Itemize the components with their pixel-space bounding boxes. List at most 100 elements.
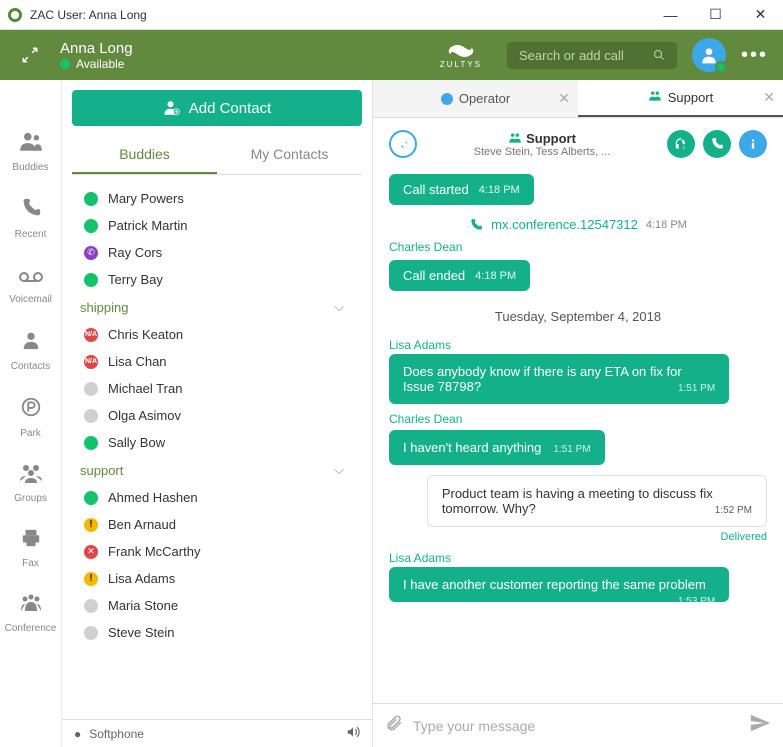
message-composer bbox=[373, 703, 783, 747]
profile-status: Available bbox=[60, 57, 133, 71]
chat-panel: Operator ✕ Support ✕ Support Steve Ste bbox=[373, 80, 783, 747]
profile-block[interactable]: Anna Long Available bbox=[60, 40, 133, 71]
buddy-row[interactable]: Michael Tran bbox=[62, 375, 372, 402]
sidebar-item-groups[interactable]: Groups bbox=[0, 451, 61, 516]
presence-icon: N/A bbox=[84, 328, 98, 342]
buddy-row[interactable]: ✆ Ray Cors bbox=[62, 239, 372, 266]
maximize-button[interactable]: ☐ bbox=[693, 0, 738, 30]
buddy-row[interactable]: Steve Stein bbox=[62, 619, 372, 646]
message-bubble: I have another customer reporting the sa… bbox=[389, 567, 729, 602]
buddy-name: Michael Tran bbox=[108, 381, 182, 396]
delivered-status: Delivered bbox=[389, 531, 767, 543]
buddy-row[interactable]: Patrick Martin bbox=[62, 212, 372, 239]
presence-icon bbox=[84, 599, 98, 613]
buddy-name: Ahmed Hashen bbox=[108, 490, 198, 505]
buddy-row[interactable]: ! Ben Arnaud bbox=[62, 511, 372, 538]
softphone-label: Softphone bbox=[89, 727, 144, 741]
sender-name: Lisa Adams bbox=[389, 551, 767, 565]
sidebar: Buddies Recent Voicemail Contacts Park bbox=[0, 80, 62, 747]
attach-icon[interactable] bbox=[385, 714, 403, 737]
date-divider: Tuesday, September 4, 2018 bbox=[389, 309, 767, 324]
sidebar-item-contacts[interactable]: Contacts bbox=[0, 317, 61, 384]
message-bubble: I haven't heard anything 1:51 PM bbox=[389, 430, 605, 465]
presence-icon: ! bbox=[84, 518, 98, 532]
sidebar-item-park[interactable]: Park bbox=[0, 384, 61, 451]
message-input[interactable] bbox=[413, 718, 739, 734]
buddy-row[interactable]: Terry Bay bbox=[62, 266, 372, 293]
presence-icon bbox=[84, 219, 98, 233]
buddy-row[interactable]: Maria Stone bbox=[62, 592, 372, 619]
groups-icon bbox=[18, 463, 44, 489]
tab-mycontacts[interactable]: My Contacts bbox=[217, 136, 362, 174]
sidebar-item-recent[interactable]: Recent bbox=[0, 185, 61, 252]
sidebar-label: Fax bbox=[22, 558, 39, 569]
operator-icon bbox=[441, 93, 453, 105]
buddy-row[interactable]: ✕Frank McCarthy bbox=[62, 538, 372, 565]
group-header[interactable]: support⌵ bbox=[62, 456, 372, 484]
search-wrap[interactable] bbox=[507, 42, 677, 69]
sidebar-label: Park bbox=[20, 428, 41, 439]
buddy-row[interactable]: Sally Bow bbox=[62, 429, 372, 456]
buddies-panel: Add Contact Buddies My Contacts Mary Pow… bbox=[62, 80, 373, 747]
sidebar-item-voicemail[interactable]: Voicemail bbox=[0, 252, 61, 317]
voicemail-icon bbox=[19, 264, 43, 290]
contacts-icon bbox=[20, 329, 42, 357]
status-text: Available bbox=[76, 57, 124, 71]
sidebar-label: Groups bbox=[14, 493, 47, 504]
sidebar-item-conference[interactable]: Conference bbox=[0, 581, 61, 646]
close-button[interactable]: ✕ bbox=[738, 0, 783, 30]
buddy-name: Ray Cors bbox=[108, 245, 162, 260]
pin-button[interactable] bbox=[389, 130, 417, 158]
buddy-row[interactable]: Olga Asimov bbox=[62, 402, 372, 429]
buddy-row[interactable]: Ahmed Hashen bbox=[62, 484, 372, 511]
presence-icon bbox=[84, 192, 98, 206]
info-button[interactable] bbox=[739, 130, 767, 158]
sender-name: Charles Dean bbox=[389, 412, 767, 426]
close-tab-icon[interactable]: ✕ bbox=[558, 90, 570, 107]
presence-icon bbox=[84, 436, 98, 450]
sidebar-item-fax[interactable]: Fax bbox=[0, 516, 61, 581]
app-icon bbox=[8, 8, 22, 22]
close-tab-icon[interactable]: ✕ bbox=[763, 89, 775, 106]
minimize-button[interactable]: — bbox=[648, 0, 693, 30]
tab-operator[interactable]: Operator ✕ bbox=[373, 80, 578, 117]
message-bubble-out: Product team is having a meeting to disc… bbox=[427, 475, 767, 527]
presence-icon bbox=[84, 491, 98, 505]
window-title: ZAC User: Anna Long bbox=[30, 8, 147, 22]
avatar-button[interactable] bbox=[692, 38, 726, 72]
more-menu-button[interactable]: ••• bbox=[741, 44, 768, 67]
group-header[interactable]: shipping⌵ bbox=[62, 293, 372, 321]
buddy-row[interactable]: N/A Chris Keaton bbox=[62, 321, 372, 348]
tab-buddies[interactable]: Buddies bbox=[72, 136, 217, 174]
add-contact-button[interactable]: Add Contact bbox=[72, 90, 362, 126]
tab-support[interactable]: Support ✕ bbox=[578, 80, 783, 117]
add-contact-icon bbox=[163, 99, 181, 117]
search-input[interactable] bbox=[519, 48, 645, 63]
phone-icon bbox=[469, 218, 483, 232]
sidebar-label: Buddies bbox=[12, 162, 48, 173]
call-button[interactable] bbox=[703, 130, 731, 158]
presence-icon: ! bbox=[84, 572, 98, 586]
volume-icon[interactable] bbox=[346, 725, 360, 742]
sidebar-item-buddies[interactable]: Buddies bbox=[0, 130, 61, 185]
presence-icon bbox=[84, 409, 98, 423]
headset-button[interactable] bbox=[667, 130, 695, 158]
buddy-list[interactable]: Mary PowersPatrick Martin ✆ Ray Cors Terry … bbox=[62, 175, 372, 719]
window-controls: — ☐ ✕ bbox=[648, 0, 783, 30]
buddy-row[interactable]: !Lisa Adams bbox=[62, 565, 372, 592]
buddy-name: Ben Arnaud bbox=[108, 517, 176, 532]
buddy-name: Frank McCarthy bbox=[108, 544, 200, 559]
buddy-name: Chris Keaton bbox=[108, 327, 183, 342]
buddy-row[interactable]: N/ALisa Chan bbox=[62, 348, 372, 375]
sidebar-label: Conference bbox=[5, 623, 57, 634]
support-icon bbox=[648, 90, 662, 105]
presence-icon bbox=[84, 382, 98, 396]
collapse-icon[interactable] bbox=[15, 40, 45, 70]
chat-body[interactable]: Call started 4:18 PM mx.conference.12547… bbox=[373, 170, 783, 703]
presence-icon: ✆ bbox=[84, 246, 98, 260]
conference-icon bbox=[19, 593, 43, 619]
buddy-row[interactable]: Mary Powers bbox=[62, 185, 372, 212]
send-button[interactable] bbox=[749, 712, 771, 739]
softphone-bar[interactable]: ● Softphone bbox=[62, 719, 372, 747]
phone-icon bbox=[20, 197, 42, 225]
